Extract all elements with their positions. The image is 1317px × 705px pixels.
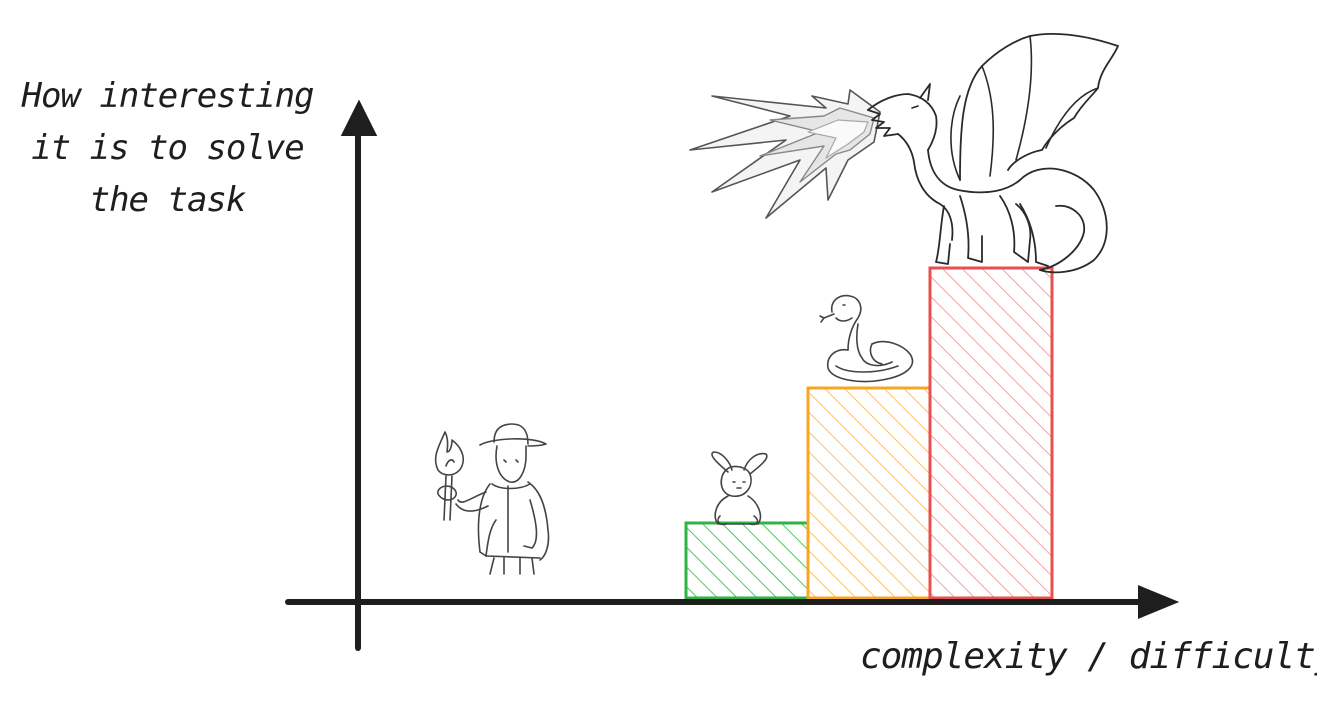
y-axis-label-line-2: it is to solve [31,128,305,168]
y-axis-arrowhead [340,99,378,136]
x-axis-arrowhead [1138,585,1180,619]
y-axis-label-line-1: How interesting [21,76,314,116]
bar-3 [928,266,1054,600]
bar-1 [684,521,810,600]
explorer-with-torch-icon [434,423,550,575]
bars-group [684,266,1054,600]
y-axis-label-line-3: the task [89,180,247,220]
bar-2 [806,386,932,600]
x-axis-label: complexity / difficulty [860,636,1317,677]
rabbit-icon [711,451,768,526]
dragon-icon [689,33,1119,274]
snake-icon [819,294,914,383]
y-axis-label: How interesting it is to solve the task [0,70,335,226]
